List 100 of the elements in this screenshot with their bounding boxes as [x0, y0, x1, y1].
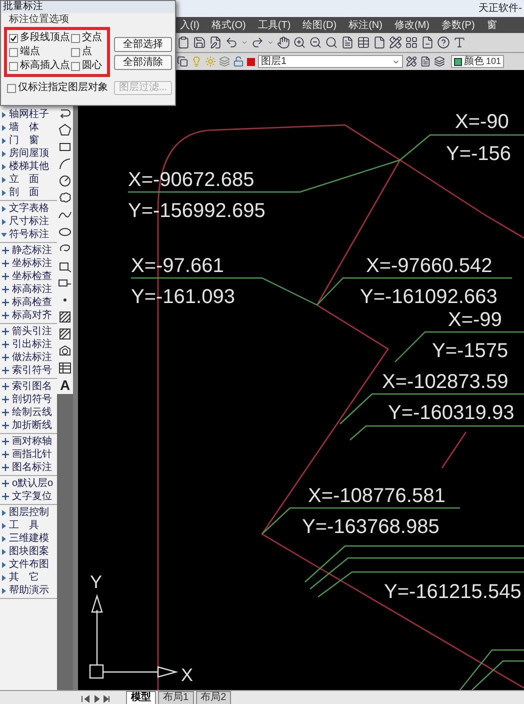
menu-item[interactable]: 修改(M) [394, 18, 430, 32]
sidebar-item[interactable]: 房间屋顶 [0, 147, 57, 160]
copy-icon[interactable] [177, 56, 188, 67]
checkbox[interactable] [9, 34, 18, 42]
caret-icon[interactable] [267, 39, 274, 46]
checkbox[interactable] [71, 48, 80, 56]
sidebar-item[interactable]: 轴网柱子 [0, 108, 57, 121]
document-icon[interactable] [341, 36, 354, 49]
sidebar-item[interactable]: 墙 体 [0, 121, 57, 134]
sidebar-item[interactable]: 画对称轴 [0, 435, 57, 448]
sidebar-item[interactable]: 楼梯其他 [0, 160, 57, 173]
unlock-icon[interactable] [233, 56, 244, 67]
menu-item[interactable]: 标注(N) [348, 18, 382, 32]
symbol-icon [1, 340, 10, 349]
rectangle-icon[interactable] [58, 140, 72, 154]
menu-item[interactable]: 格式(O) [211, 18, 246, 32]
layout-tab[interactable]: 布局2 [196, 691, 232, 704]
redo-icon[interactable] [251, 36, 264, 49]
sidebar-label: 三维建模 [9, 534, 49, 544]
menu-item[interactable]: 工具(T) [258, 18, 291, 32]
sidebar-item[interactable]: 标高检查 [0, 296, 57, 309]
sidebar-item[interactable]: 立 面 [0, 173, 57, 186]
cloud-icon[interactable] [58, 191, 72, 205]
sidebar-item[interactable]: 其 它 [0, 571, 57, 584]
text-tool-button[interactable]: A [60, 378, 70, 392]
dialog-button[interactable]: 全部选择 [114, 37, 172, 52]
layer-dropdown[interactable]: 图层1 [258, 55, 403, 68]
help-icon[interactable] [437, 36, 450, 49]
zoom-in-icon[interactable] [293, 36, 306, 49]
document-icon[interactable] [420, 56, 431, 67]
sidebar-item[interactable]: 索引图名 [0, 380, 57, 393]
sidebar-label: 轴网柱子 [9, 110, 49, 120]
table-icon[interactable] [357, 36, 370, 49]
sidebar-item[interactable]: 做法标注 [0, 351, 57, 364]
layout-tab[interactable]: 模型 [126, 691, 156, 704]
undo-icon[interactable] [225, 36, 238, 49]
sidebar-item[interactable]: o默认层o [0, 477, 57, 490]
checkbox[interactable] [9, 48, 18, 56]
color-field[interactable]: 颜色 101 [451, 55, 504, 68]
menu-item[interactable]: 参数(P) [441, 18, 475, 32]
checkbox[interactable] [71, 34, 80, 42]
sidebar-item[interactable]: 三维建模 [0, 532, 57, 545]
sidebar-item[interactable]: 工 具 [0, 519, 57, 532]
sidebar-item[interactable]: 坐标标注 [0, 257, 57, 270]
grid-icon[interactable] [405, 36, 418, 49]
sidebar-item[interactable]: 坐标检查 [0, 270, 57, 283]
sidebar-item[interactable]: 文件布图 [0, 558, 57, 571]
coordinate-label: X=-102873.59 [382, 371, 508, 393]
symbol-icon [1, 246, 10, 255]
hatch-icon[interactable] [58, 327, 72, 341]
sidebar-item[interactable]: 加折断线 [0, 419, 57, 432]
zoom-out-icon[interactable] [309, 36, 322, 49]
sidebar-item[interactable]: 静态标注 [0, 244, 57, 257]
sidebar-item[interactable]: 索引符号 [0, 364, 57, 377]
sidebar-item[interactable]: 引出标注 [0, 338, 57, 351]
document-pen-icon[interactable] [209, 36, 222, 49]
coordinate-label: Y=-161092.663 [360, 286, 498, 308]
text-style-icon[interactable] [453, 36, 466, 49]
menu-item[interactable]: 入(I) [180, 18, 200, 32]
save-icon[interactable] [193, 36, 206, 49]
sidebar-item[interactable]: 图层控制 [0, 506, 57, 519]
hand-icon[interactable] [277, 36, 290, 49]
menu-item[interactable]: 绘图(D) [302, 18, 337, 32]
sidebar-item[interactable]: 帮助演示 [0, 584, 57, 597]
sidebar-item[interactable]: 文字表格 [0, 202, 57, 215]
sidebar-item[interactable]: 图名标注 [0, 461, 57, 474]
arc-icon[interactable] [58, 157, 72, 171]
pentagon-icon[interactable] [58, 123, 72, 137]
layout-tab[interactable]: 布局1 [158, 691, 194, 704]
sidebar-item[interactable]: 画指北针 [0, 448, 57, 461]
file-minus-icon[interactable] [421, 36, 434, 49]
pencil-ruler-icon[interactable] [406, 56, 417, 67]
sidebar-item[interactable]: 标高标注 [0, 283, 57, 296]
hatch-icon[interactable] [58, 310, 72, 324]
sidebar-item[interactable]: 文字复位 [0, 490, 57, 503]
dialog-button[interactable]: 全部清除 [114, 55, 172, 70]
ellipse-icon[interactable] [58, 225, 72, 239]
sidebar-label: 坐标检查 [12, 272, 52, 282]
sidebar-item[interactable]: 箭头引注 [0, 325, 57, 338]
search-icon[interactable] [325, 36, 338, 49]
clipboard-icon[interactable] [177, 36, 190, 49]
file-icon[interactable] [373, 36, 386, 49]
checkbox[interactable] [7, 84, 16, 92]
checkbox[interactable] [71, 62, 80, 70]
sidebar-label: 图名标注 [12, 462, 52, 472]
menu-item[interactable]: 窗 [486, 18, 497, 32]
table-icon[interactable] [58, 361, 72, 375]
sidebar-item[interactable]: 图块图案 [0, 545, 57, 558]
sidebar-item[interactable]: 符号标注 [0, 228, 57, 241]
circle-icon[interactable] [58, 174, 72, 188]
sidebar-item[interactable]: 尺寸标注 [0, 215, 57, 228]
sidebar-item[interactable]: 门 窗 [0, 134, 57, 147]
sidebar-item[interactable]: 标高对齐 [0, 309, 57, 322]
caret-icon[interactable] [241, 39, 248, 46]
checkbox[interactable] [9, 62, 18, 70]
pencil-ruler-icon[interactable] [389, 36, 402, 49]
sidebar-item[interactable]: 剖 面 [0, 186, 57, 199]
layers-icon[interactable] [434, 56, 445, 67]
sidebar-item[interactable]: 剖切符号 [0, 393, 57, 406]
sidebar-item[interactable]: 绘制云线 [0, 406, 57, 419]
